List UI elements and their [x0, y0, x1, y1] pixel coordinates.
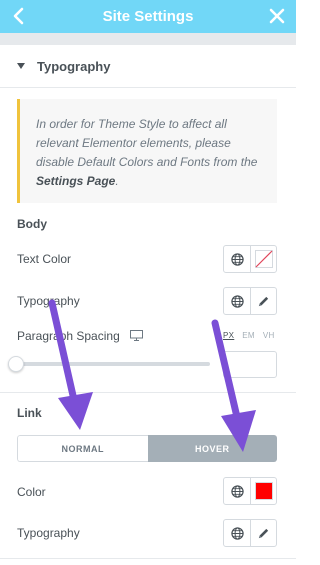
body-typography-controls [223, 287, 277, 315]
section-title: Typography [37, 59, 111, 74]
annotation-arrow-icon [48, 299, 93, 430]
link-typography-label: Typography [17, 526, 80, 540]
link-group-title: Link [17, 406, 42, 420]
link-color-controls [223, 477, 277, 505]
header-spacer [0, 33, 296, 45]
panel-title: Site Settings [102, 8, 194, 25]
paragraph-spacing-slider-handle[interactable] [8, 356, 24, 372]
tab-normal[interactable]: NORMAL [17, 435, 148, 462]
paragraph-spacing-input[interactable] [223, 351, 277, 378]
panel-header: Site Settings [0, 0, 296, 33]
globe-icon[interactable] [224, 478, 250, 504]
divider [0, 392, 296, 393]
chevron-left-icon[interactable] [8, 5, 30, 27]
paragraph-spacing-slider-track[interactable] [17, 362, 210, 366]
pencil-icon[interactable] [250, 520, 276, 546]
link-color-swatch [254, 482, 273, 500]
link-typography-controls [223, 519, 277, 547]
color-picker-empty-swatch[interactable] [250, 246, 276, 272]
notice-suffix: . [115, 174, 119, 188]
body-group-title: Body [17, 217, 47, 231]
globe-icon[interactable] [224, 520, 250, 546]
section-toggle-typography[interactable]: Typography [0, 45, 296, 88]
link-color-label: Color [17, 485, 46, 499]
pencil-icon[interactable] [250, 288, 276, 314]
paragraph-spacing-label: Paragraph Spacing [17, 329, 120, 343]
text-color-controls [223, 245, 277, 273]
divider [0, 558, 296, 559]
globe-icon[interactable] [224, 288, 250, 314]
unit-switcher: PX EM VH [223, 331, 275, 340]
annotation-arrow-icon [211, 319, 256, 452]
settings-page-link[interactable]: Settings Page [36, 174, 115, 188]
unit-px[interactable]: PX [223, 331, 234, 340]
desktop-icon[interactable] [130, 330, 143, 341]
link-state-tabs: NORMAL HOVER [17, 435, 277, 462]
text-color-label: Text Color [17, 252, 72, 266]
notice-text: In order for Theme Style to affect all r… [36, 117, 258, 169]
body-typography-label: Typography [17, 294, 80, 308]
globe-icon[interactable] [224, 246, 250, 272]
unit-em[interactable]: EM [242, 331, 255, 340]
caret-down-icon [17, 63, 25, 69]
tab-hover[interactable]: HOVER [147, 435, 277, 462]
color-picker-swatch[interactable] [250, 478, 276, 504]
theme-style-notice: In order for Theme Style to affect all r… [17, 99, 277, 203]
close-icon[interactable] [266, 5, 288, 27]
unit-vh[interactable]: VH [263, 331, 275, 340]
